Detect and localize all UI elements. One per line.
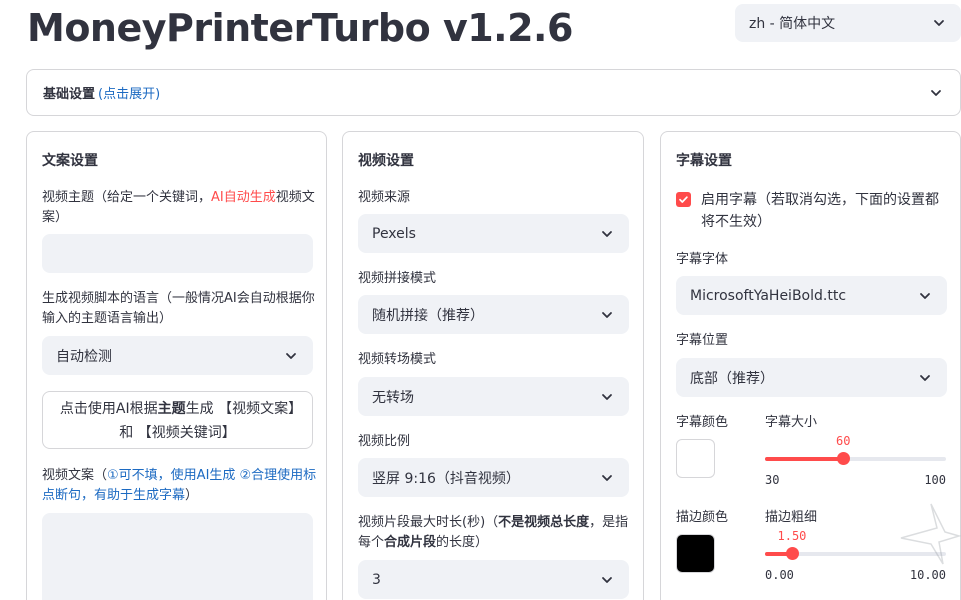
chevron-down-icon [599,226,615,242]
chevron-down-icon [917,288,933,304]
script-language-value: 自动检测 [56,348,112,365]
video-script-textarea[interactable] [42,513,313,600]
video-settings-heading: 视频设置 [358,153,414,169]
transition-mode-value: 无转场 [372,389,414,406]
video-script-label-text: 视频文案（ [42,468,108,483]
subtitle-size-label: 字幕大小 [765,415,818,430]
clip-duration-label-bold-2: 合成片段 [384,535,437,550]
subtitle-position-value: 底部（推荐） [690,370,774,387]
video-subject-label: 视频主题（给定一个关键词，AI自动生成视频文案） [42,188,317,228]
script-language-label: 生成视频脚本的语言（一般情况AI会自动根据你输入的主题语言输出） [42,291,315,326]
chevron-down-icon [931,15,947,31]
aspect-ratio-value: 竖屏 9:16（抖音视频） [372,470,520,487]
concat-mode-value: 随机拼接（推荐） [372,307,484,324]
video-subject-label-text: 视频主题（给定一个关键词， [42,190,212,205]
chevron-down-icon [599,572,615,588]
video-source-value: Pexels [372,225,416,242]
subtitle-color-swatch[interactable] [676,439,715,478]
subtitle-font-value: MicrosoftYaHeiBold.ttc [690,287,847,304]
subtitle-size-track[interactable] [765,452,946,465]
clip-duration-label-text: 视频片段最大时长(秒)（ [358,515,499,530]
stroke-width-thumb[interactable] [786,547,799,560]
chevron-down-icon [599,470,615,486]
basic-settings-label: 基础设置 [43,87,96,102]
clip-duration-label-text-3: 的长度） [436,535,489,550]
script-settings-panel: 文案设置 视频主题（给定一个关键词，AI自动生成视频文案） 生成视频脚本的语言（… [26,131,327,600]
stroke-width-value: 1.50 [777,529,807,543]
language-select-value: zh - 简体中文 [749,16,836,32]
chevron-down-icon [599,307,615,323]
chevron-down-icon [599,389,615,405]
clip-duration-value: 3 [372,571,381,588]
chevron-down-icon [917,370,933,386]
basic-settings-expander[interactable]: 基础设置 (点击展开) [26,69,961,116]
enable-subtitle-checkbox[interactable] [676,192,691,207]
watermark-logo-icon [900,503,961,565]
generate-script-button-text: 点击使用AI根据 [59,401,158,417]
subtitle-size-fill [765,457,843,461]
subtitle-size-max: 100 [924,473,946,487]
subtitle-size-slider[interactable]: 60 30 100 [765,434,946,490]
subtitle-size-thumb[interactable] [837,452,850,465]
transition-mode-label: 视频转场模式 [358,352,437,367]
subtitle-settings-heading: 字幕设置 [676,153,732,169]
subtitle-size-value: 60 [836,434,851,448]
clip-duration-select[interactable]: 3 [358,560,629,599]
subtitle-position-select[interactable]: 底部（推荐） [676,358,947,397]
video-script-label: 视频文案（①可不填，使用AI生成 ②合理使用标点断句，有助于生成字幕） [42,466,317,506]
chevron-down-icon [928,85,944,101]
basic-settings-hint: (点击展开) [98,87,161,102]
clip-duration-label-bold: 不是视频总长度 [498,515,590,530]
subtitle-size-min: 30 [765,473,780,487]
enable-subtitle-label[interactable]: 启用字幕（若取消勾选，下面的设置都将不生效） [701,189,949,233]
app-title: MoneyPrinterTurbo v1.2.6 [27,6,573,50]
check-icon [679,196,688,203]
video-subject-input[interactable] [42,234,313,273]
script-language-select[interactable]: 自动检测 [42,336,313,375]
stroke-width-min: 0.00 [765,568,794,582]
stroke-color-swatch[interactable] [676,534,715,573]
script-settings-heading: 文案设置 [42,153,98,169]
stroke-width-max: 10.00 [909,568,946,582]
subtitle-font-label: 字幕字体 [676,252,729,267]
generate-script-button-bold: 主题 [157,401,186,417]
clip-duration-label: 视频片段最大时长(秒)（不是视频总长度，是指每个合成片段的长度） [358,513,634,553]
transition-mode-select[interactable]: 无转场 [358,377,629,416]
video-source-label: 视频来源 [358,190,411,205]
stroke-color-label: 描边颜色 [676,510,729,525]
subtitle-color-label: 字幕颜色 [676,415,729,430]
concat-mode-label: 视频拼接模式 [358,271,437,286]
video-settings-panel: 视频设置 视频来源 Pexels 视频拼接模式 随机拼接（推荐） 视频转场模式 … [342,131,644,600]
aspect-ratio-label: 视频比例 [358,434,411,449]
subtitle-position-label: 字幕位置 [676,333,729,348]
aspect-ratio-select[interactable]: 竖屏 9:16（抖音视频） [358,458,629,497]
video-script-label-text-2: ） [185,488,199,503]
subtitle-font-select[interactable]: MicrosoftYaHeiBold.ttc [676,276,947,315]
video-source-select[interactable]: Pexels [358,214,629,253]
concat-mode-select[interactable]: 随机拼接（推荐） [358,295,629,334]
stroke-width-label: 描边粗细 [765,510,818,525]
generate-script-button[interactable]: 点击使用AI根据主题生成 【视频文案】和 【视频关键词】 [42,391,313,449]
chevron-down-icon [283,348,299,364]
video-subject-label-highlight: AI自动生成 [211,190,276,205]
language-select[interactable]: zh - 简体中文 [735,4,961,42]
